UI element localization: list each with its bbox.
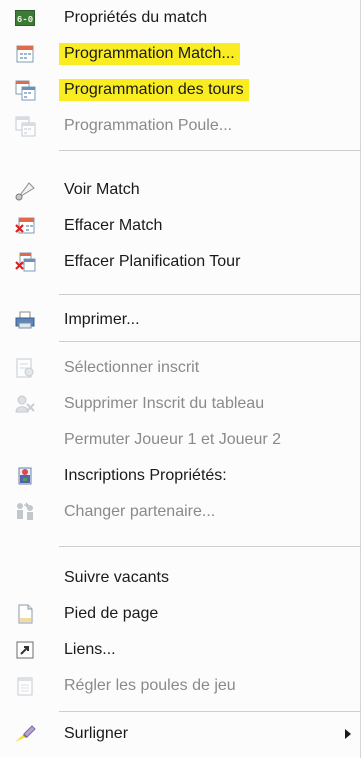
menu-item-label: Effacer Planification Tour [64, 253, 241, 270]
menu-separator [59, 341, 361, 342]
menu-item-select-entry[interactable]: Sélectionner inscrit [0, 350, 361, 386]
menu-item-clear-match[interactable]: Effacer Match [0, 208, 361, 244]
calendar-multi-icon [14, 115, 36, 137]
menu-item-label: Liens... [64, 641, 116, 658]
menu-item-label: Voir Match [64, 181, 140, 198]
menu-item-schedule-match[interactable]: Programmation Match... [0, 36, 361, 72]
menu-item-highlight[interactable]: Surligner [0, 716, 361, 752]
page-icon [14, 603, 36, 625]
menu-separator [59, 546, 361, 547]
context-menu: 6-0 Propriétés du match Programmation Ma… [0, 0, 361, 758]
menu-item-schedule-pool[interactable]: Programmation Poule... [0, 108, 361, 144]
menu-item-footer[interactable]: Pied de page [0, 596, 361, 632]
menu-item-label: Suivre vacants [64, 569, 169, 586]
menu-item-schedule-rounds[interactable]: Programmation des tours [0, 72, 361, 108]
menu-item-label: Régler les poules de jeu [64, 677, 236, 694]
menu-item-label: Permuter Joueur 1 et Joueur 2 [64, 431, 282, 448]
svg-text:6-0: 6-0 [17, 15, 33, 25]
menu-item-follow-vacancies[interactable]: Suivre vacants [0, 560, 361, 596]
swap-partner-icon [14, 501, 36, 523]
menu-item-match-properties[interactable]: 6-0 Propriétés du match [0, 0, 361, 36]
menu-item-view-match[interactable]: Voir Match [0, 172, 361, 208]
menu-item-label: Inscriptions Propriétés: [64, 467, 227, 484]
menu-item-print[interactable]: Imprimer... [0, 302, 361, 338]
menu-item-label: Changer partenaire... [64, 503, 216, 520]
calendar-multi-delete-icon [14, 251, 36, 273]
calendar-delete-icon [14, 215, 36, 237]
menu-item-label: Surligner [64, 725, 129, 742]
highlighter-icon [14, 723, 36, 745]
menu-separator [59, 150, 361, 151]
menu-item-swap-players[interactable]: Permuter Joueur 1 et Joueur 2 [0, 422, 361, 458]
notepad-icon [14, 675, 36, 697]
remove-entry-icon [14, 393, 36, 415]
printer-icon [14, 309, 36, 331]
entry-properties-icon [14, 465, 36, 487]
menu-item-label: Programmation des tours [59, 79, 249, 101]
menu-item-label: Programmation Poule... [64, 117, 233, 134]
menu-item-change-partner[interactable]: Changer partenaire... [0, 494, 361, 530]
menu-item-label: Supprimer Inscrit du tableau [64, 395, 265, 412]
calendar-icon [14, 43, 36, 65]
menu-item-entry-properties[interactable]: Inscriptions Propriétés: [0, 458, 361, 494]
menu-item-label: Sélectionner inscrit [64, 359, 200, 376]
menu-separator [59, 294, 361, 295]
calendar-multi-icon [14, 79, 36, 101]
scoreboard-icon: 6-0 [14, 7, 36, 29]
menu-separator [59, 711, 361, 712]
shuttlecock-icon [14, 179, 36, 201]
menu-item-label: Programmation Match... [59, 43, 240, 65]
menu-item-label: Effacer Match [64, 217, 163, 234]
menu-item-label: Pied de page [64, 605, 159, 622]
menu-item-links[interactable]: Liens... [0, 632, 361, 668]
menu-item-clear-round-schedule[interactable]: Effacer Planification Tour [0, 244, 361, 280]
submenu-arrow-icon [345, 729, 351, 739]
menu-item-remove-entry[interactable]: Supprimer Inscrit du tableau [0, 386, 361, 422]
menu-item-set-pools[interactable]: Régler les poules de jeu [0, 668, 361, 704]
menu-item-label: Imprimer... [64, 311, 140, 328]
menu-item-label: Propriétés du match [64, 9, 208, 26]
select-entry-icon [14, 357, 36, 379]
link-icon [14, 639, 36, 661]
